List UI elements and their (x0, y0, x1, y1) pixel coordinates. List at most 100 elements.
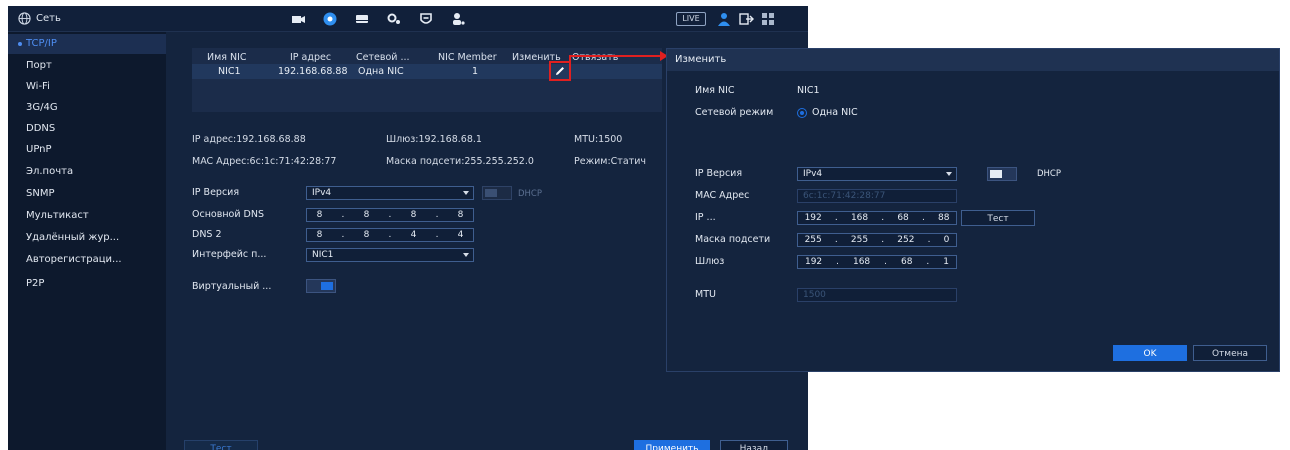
dlg-ip-label: IP ... (695, 212, 716, 223)
shield-icon[interactable] (418, 11, 434, 27)
dlg-mtu-label: MTU (695, 289, 716, 300)
dlg-ip-field[interactable]: 192. 168. 68. 88 (797, 211, 957, 225)
row-net-mode: Одна NIC (358, 66, 404, 77)
col-header-ip: IP адрес (290, 52, 332, 63)
top-bar: Сеть LIVE (8, 6, 808, 32)
mask-octet: 0 (943, 235, 950, 245)
dot-separator: . (884, 257, 888, 267)
sidebar: TCP/IP Порт Wi-Fi 3G/4G DDNS UPnP Эл.поч… (8, 32, 166, 450)
ip-version-label: IP Версия (192, 187, 240, 198)
toggle-knob (485, 189, 497, 197)
dns1-field[interactable]: 8. 8. 8. 8 (306, 208, 474, 222)
dot-separator: . (881, 235, 885, 245)
interface-value: NIC1 (312, 250, 334, 260)
dot-separator: . (341, 210, 345, 220)
dlg-ip-version-value: IPv4 (803, 169, 823, 179)
system-settings-icon[interactable] (386, 11, 402, 27)
dot-separator: . (834, 235, 838, 245)
dns1-octet: 8 (410, 210, 417, 220)
sidebar-item-remote-log[interactable]: Удалённый жур... (8, 228, 166, 248)
dot-separator: . (834, 213, 838, 223)
dns2-octet: 4 (457, 230, 464, 240)
row-nic-name: NIC1 (218, 66, 241, 77)
globe-icon (18, 12, 31, 25)
logout-icon[interactable] (738, 11, 754, 27)
apply-button[interactable]: Применить (634, 440, 710, 450)
ok-button[interactable]: OK (1113, 345, 1187, 361)
col-header-nic-member: NIC Member (438, 52, 497, 63)
dhcp-label: DHCP (518, 189, 542, 199)
chevron-down-icon (463, 191, 469, 195)
cancel-button[interactable]: Отмена (1193, 345, 1267, 361)
gateway-octet: 68 (900, 257, 913, 267)
sidebar-item-email[interactable]: Эл.почта (8, 162, 166, 182)
camera-icon[interactable] (290, 11, 306, 27)
mask-octet: 255 (850, 235, 869, 245)
sidebar-item-auto-register[interactable]: Авторегистраци... (8, 250, 166, 270)
sidebar-item-p2p[interactable]: P2P (8, 274, 166, 294)
sidebar-item-snmp[interactable]: SNMP (8, 184, 166, 204)
storage-icon[interactable] (354, 11, 370, 27)
dhcp-toggle[interactable] (482, 186, 512, 200)
mask-octet: 252 (897, 235, 915, 245)
dlg-ip-version-select[interactable]: IPv4 (797, 167, 957, 181)
gateway-octet: 192 (804, 257, 823, 267)
dns1-octet: 8 (316, 210, 323, 220)
virtual-toggle[interactable] (306, 279, 336, 293)
dot-separator: . (341, 230, 345, 240)
test-button[interactable]: Тест (184, 440, 258, 450)
dot-separator: . (435, 230, 439, 240)
dot-separator: . (921, 213, 925, 223)
grid-menu-icon[interactable] (760, 11, 776, 27)
mask-octet: 255 (804, 235, 822, 245)
sidebar-item-tcpip[interactable]: TCP/IP (8, 34, 166, 54)
dlg-dhcp-toggle[interactable] (987, 167, 1017, 181)
dlg-mtu-field: 1500 (797, 288, 957, 302)
back-button[interactable]: Назад (720, 440, 788, 450)
dialog-title: Изменить (667, 49, 1279, 71)
toggle-knob (321, 282, 333, 290)
live-view-button[interactable]: LIVE (676, 12, 706, 26)
net-mode-radio[interactable] (798, 109, 806, 117)
sidebar-item-ddns[interactable]: DDNS (8, 119, 166, 139)
user-account-icon[interactable] (450, 11, 466, 27)
dlg-gateway-field[interactable]: 192. 168. 68. 1 (797, 255, 957, 269)
info-mode: Режим:Статич (574, 156, 646, 167)
info-mask: Маска подсети:255.255.252.0 (386, 156, 534, 167)
sidebar-item-multicast[interactable]: Мультикаст (8, 206, 166, 226)
dot-separator: . (836, 257, 840, 267)
ip-octet: 192 (804, 213, 822, 223)
sidebar-item-upnp[interactable]: UPnP (8, 140, 166, 160)
row-ip: 192.168.68.88 (278, 66, 348, 77)
network-gear-icon[interactable] (322, 11, 338, 27)
dot-separator: . (926, 257, 930, 267)
chevron-down-icon (946, 172, 952, 176)
dot-separator: . (388, 210, 392, 220)
dlg-nic-name-value: NIC1 (797, 85, 820, 96)
ip-octet: 68 (897, 213, 909, 223)
dlg-gateway-label: Шлюз (695, 256, 725, 267)
row-nic-member: 1 (472, 66, 479, 77)
interface-label: Интерфейс п... (192, 249, 267, 260)
dlg-net-mode-label: Сетевой режим (695, 107, 774, 118)
sidebar-item-wifi[interactable]: Wi-Fi (8, 77, 166, 97)
dlg-ip-version-label: IP Версия (695, 168, 743, 179)
dlg-mask-field[interactable]: 255. 255. 252. 0 (797, 233, 957, 247)
ip-version-select[interactable]: IPv4 (306, 186, 474, 200)
red-arrow-pointer (569, 51, 668, 70)
dns2-field[interactable]: 8. 8. 4. 4 (306, 228, 474, 242)
dns1-octet: 8 (457, 210, 464, 220)
sidebar-item-3g4g[interactable]: 3G/4G (8, 98, 166, 118)
gateway-octet: 168 (852, 257, 871, 267)
dns2-label: DNS 2 (192, 229, 222, 240)
sidebar-item-port[interactable]: Порт (8, 56, 166, 76)
edit-dialog: Изменить Имя NIC NIC1 Сетевой режим Одна… (666, 48, 1280, 372)
interface-select[interactable]: NIC1 (306, 248, 474, 262)
virtual-label: Виртуальный ... (192, 281, 272, 292)
dlg-test-button[interactable]: Тест (961, 210, 1035, 226)
toggle-knob (990, 170, 1002, 178)
info-gateway: Шлюз:192.168.68.1 (386, 134, 482, 145)
dlg-mask-label: Маска подсети (695, 234, 771, 245)
info-mtu: MTU:1500 (574, 134, 623, 145)
user-icon[interactable] (716, 11, 732, 27)
